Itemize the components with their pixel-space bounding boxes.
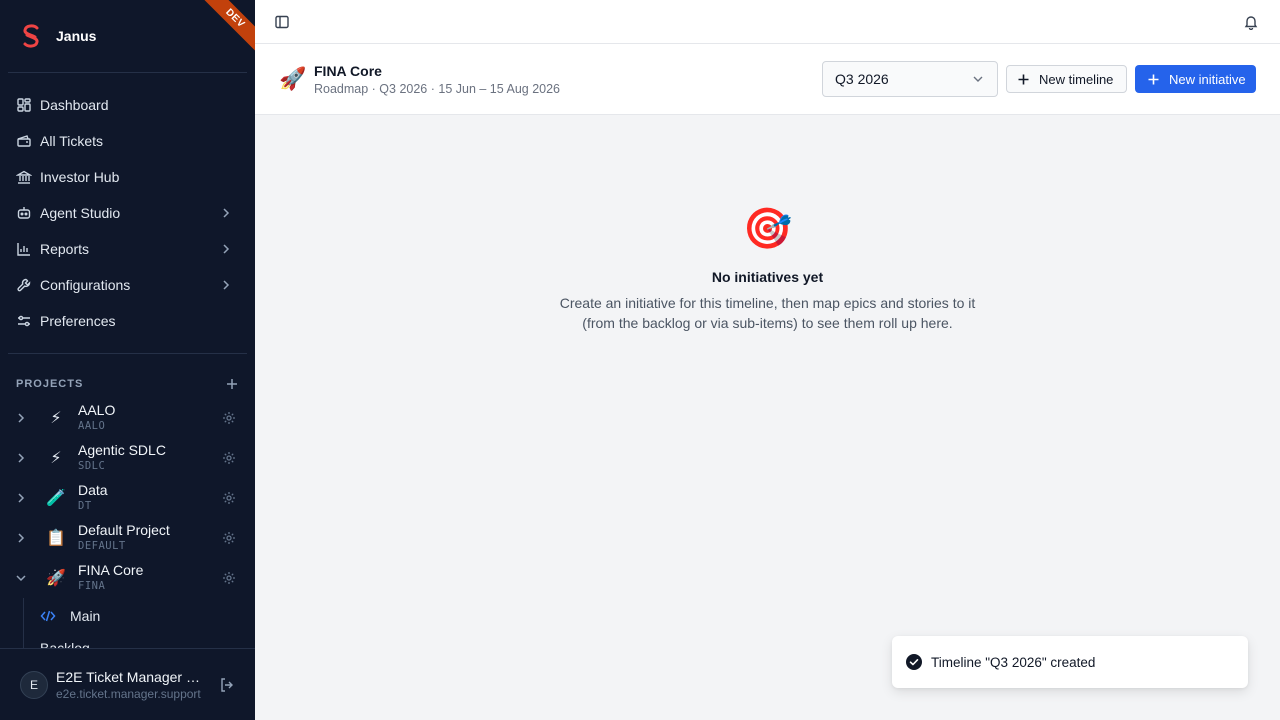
janus-logo-icon	[20, 23, 42, 49]
logout-icon[interactable]	[219, 677, 235, 693]
empty-title: No initiatives yet	[711, 269, 824, 285]
user-bar: E E2E Ticket Manager User e2e.ticket.man…	[0, 648, 255, 720]
chevron-right-icon	[219, 278, 233, 292]
add-project-icon[interactable]	[225, 377, 239, 391]
gear-icon[interactable]	[222, 571, 236, 585]
chevron-down-icon	[971, 72, 985, 86]
project-name: Agentic SDLC	[78, 442, 166, 458]
plus-icon	[1017, 73, 1030, 86]
brand[interactable]: Janus	[20, 22, 96, 50]
user-email: e2e.ticket.manager.support	[56, 686, 201, 701]
projects-title: PROJECTS	[16, 378, 84, 390]
chevron-right-icon[interactable]	[15, 532, 27, 544]
subitem-label: Main	[70, 608, 101, 624]
brand-name: Janus	[56, 28, 97, 44]
check-circle-icon	[906, 654, 922, 670]
top-bar	[255, 0, 1280, 44]
env-badge: DEV	[193, 0, 255, 60]
project-emoji: 🚀	[46, 570, 66, 587]
main-nav: Dashboard All Tickets Investor Hub Agent…	[8, 87, 247, 339]
timeline-select-value: Q3 2026	[835, 71, 889, 87]
project-key: DT	[78, 500, 92, 512]
project-emoji: ⚡	[50, 450, 62, 467]
project-key: DEFAULT	[78, 540, 126, 552]
nav-item-configurations[interactable]: Configurations	[8, 267, 247, 303]
wrench-icon	[16, 277, 32, 293]
nav-label: Reports	[40, 241, 90, 257]
chevron-right-icon	[219, 242, 233, 256]
gear-icon[interactable]	[222, 411, 236, 425]
user-name: E2E Ticket Manager User	[56, 668, 204, 685]
new-timeline-button[interactable]: New timeline	[1006, 65, 1127, 93]
nav-item-investor-hub[interactable]: Investor Hub	[8, 159, 247, 195]
project-emoji: 📋	[46, 530, 66, 547]
chevron-right-icon[interactable]	[15, 452, 27, 464]
project-key: SDLC	[78, 460, 106, 472]
project-item-aalo[interactable]: ⚡ AALO AALO	[8, 398, 247, 438]
project-item-default-project[interactable]: 📋 Default Project DEFAULT	[8, 518, 247, 558]
empty-description: Create an initiative for this timeline, …	[559, 295, 976, 331]
empty-state: 🎯 No initiatives yet Create an initiativ…	[255, 205, 1280, 333]
gear-icon[interactable]	[222, 451, 236, 465]
project-name: Data	[78, 482, 108, 498]
page-header: 🚀 FINA Core Roadmap · Q3 2026 · 15 Jun –…	[255, 44, 1280, 115]
divider	[8, 72, 247, 73]
toast-notification: Timeline "Q3 2026" created	[892, 636, 1248, 688]
page-subtitle: Roadmap · Q3 2026 · 15 Jun – 15 Aug 2026	[314, 82, 561, 96]
nav-item-dashboard[interactable]: Dashboard	[8, 87, 247, 123]
chevron-down-icon[interactable]	[15, 572, 27, 584]
nav-label: Preferences	[40, 313, 116, 329]
project-emoji: 🧪	[46, 490, 66, 507]
sliders-icon	[16, 313, 32, 329]
nav-label: Agent Studio	[40, 205, 121, 221]
bar-chart-icon	[16, 241, 32, 257]
project-item-data[interactable]: 🧪 Data DT	[8, 478, 247, 518]
plus-icon	[1147, 73, 1160, 86]
dashboard-icon	[16, 97, 32, 113]
nav-label: Configurations	[40, 277, 131, 293]
new-initiative-button[interactable]: New initiative	[1135, 65, 1256, 93]
divider	[8, 353, 247, 354]
project-list: ⚡ AALO AALO ⚡ Agentic SDLC SDLC 🧪 Data DT 📋…	[8, 398, 247, 598]
new-timeline-label: New timeline	[1039, 71, 1114, 87]
page-title: FINA Core	[314, 63, 382, 79]
nav-item-agent-studio[interactable]: Agent Studio	[8, 195, 247, 231]
new-initiative-label: New initiative	[1169, 71, 1246, 87]
nav-label: Investor Hub	[40, 169, 120, 185]
projects-header: PROJECTS	[16, 374, 239, 394]
toast-message: Timeline "Q3 2026" created	[931, 654, 1096, 670]
project-item-fina-core[interactable]: 🚀 FINA Core FINA	[8, 558, 247, 598]
project-emoji: 🚀	[279, 66, 307, 91]
code-icon	[40, 608, 56, 624]
sidebar: DEV Janus Dashboard All Tickets Investor…	[0, 0, 255, 720]
project-name: AALO	[78, 402, 116, 418]
avatar[interactable]: E	[20, 670, 48, 699]
bell-icon[interactable]	[1243, 14, 1259, 30]
nav-item-all-tickets[interactable]: All Tickets	[8, 123, 247, 159]
project-key: AALO	[78, 420, 106, 432]
project-subitem-main[interactable]: Main	[40, 606, 100, 626]
target-icon: 🎯	[742, 207, 793, 251]
gear-icon[interactable]	[222, 531, 236, 545]
nav-label: All Tickets	[40, 133, 104, 149]
project-name: FINA Core	[78, 562, 144, 578]
project-item-agentic-sdlc[interactable]: ⚡ Agentic SDLC SDLC	[8, 438, 247, 478]
project-key: FINA	[78, 580, 106, 592]
nav-item-preferences[interactable]: Preferences	[8, 303, 247, 339]
bank-icon	[16, 169, 32, 185]
ticket-icon	[16, 133, 32, 149]
project-name: Default Project	[78, 522, 170, 538]
chevron-right-icon[interactable]	[15, 412, 27, 424]
sidebar-toggle-icon[interactable]	[274, 14, 290, 30]
nav-item-reports[interactable]: Reports	[8, 231, 247, 267]
gear-icon[interactable]	[222, 491, 236, 505]
robot-icon	[16, 205, 32, 221]
chevron-right-icon	[219, 206, 233, 220]
project-emoji: ⚡	[50, 410, 62, 427]
nav-label: Dashboard	[40, 97, 109, 113]
chevron-right-icon[interactable]	[15, 492, 27, 504]
timeline-select[interactable]: Q3 2026	[822, 61, 998, 97]
